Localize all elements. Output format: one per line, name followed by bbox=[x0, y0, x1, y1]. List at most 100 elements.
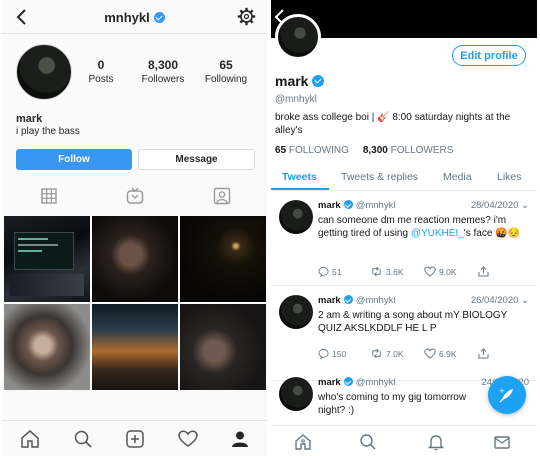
tweet-text: can someone dm me reaction memes? i'm ge… bbox=[318, 215, 521, 239]
followers-stat[interactable]: 8,300 Followers bbox=[131, 58, 195, 85]
following-link[interactable]: 65 FOLLOWING bbox=[275, 145, 349, 156]
instagram-bio: i play the bass bbox=[16, 126, 80, 137]
instagram-top-bar: mnhykl bbox=[2, 0, 267, 34]
retweet-icon bbox=[372, 266, 381, 277]
grid-photo-street[interactable] bbox=[92, 304, 178, 390]
verified-badge-icon bbox=[153, 12, 165, 23]
tweet-text: who's coming to my gig tomorrow night? :… bbox=[318, 392, 467, 416]
grid-photo-portrait-dark[interactable] bbox=[92, 216, 178, 302]
followers-count: 8,300 bbox=[147, 58, 179, 72]
notifications-icon[interactable] bbox=[427, 433, 445, 451]
tweet-item[interactable]: mark @mnhykl 28/04/2020 ⌄ can someone dm … bbox=[271, 192, 537, 286]
grid-photo-thumbs-up[interactable] bbox=[180, 304, 266, 390]
reply-icon bbox=[318, 266, 329, 277]
mention-link[interactable]: @YUKHEI_ bbox=[411, 228, 464, 239]
posts-stat: 0 Posts bbox=[69, 58, 133, 85]
home-icon[interactable] bbox=[294, 433, 312, 451]
tweet-author-handle: @mnhykl bbox=[355, 295, 396, 306]
instagram-photo-grid bbox=[4, 216, 266, 416]
tweet-date: 28/04/2020 ⌄ bbox=[470, 200, 529, 211]
tagged-icon[interactable] bbox=[212, 187, 232, 205]
tab-media[interactable]: Media bbox=[443, 171, 472, 183]
settings-gear-icon[interactable] bbox=[237, 7, 256, 26]
tweet-author-name: mark bbox=[318, 295, 341, 306]
grid-photo-laptop[interactable] bbox=[4, 216, 90, 302]
tweet-avatar[interactable] bbox=[279, 200, 313, 234]
retweet-action[interactable]: 7.0K bbox=[370, 348, 404, 359]
tweet-author-handle: @mnhykl bbox=[355, 377, 396, 388]
tweet-text: 2 am & writing a song about mY BIOLOGY Q… bbox=[318, 310, 508, 334]
verified-badge-icon bbox=[343, 295, 353, 304]
verified-badge-icon bbox=[312, 75, 325, 87]
following-stat[interactable]: 65 Following bbox=[194, 58, 258, 85]
follow-button[interactable]: Follow bbox=[16, 149, 132, 170]
igtv-icon[interactable] bbox=[125, 187, 145, 205]
twitter-handle: @mnhykl bbox=[275, 94, 317, 105]
reply-action[interactable]: 51 bbox=[318, 266, 341, 277]
share-icon bbox=[478, 348, 489, 359]
chevron-down-icon[interactable]: ⌄ bbox=[521, 295, 529, 306]
edit-profile-button[interactable]: Edit profile bbox=[452, 45, 526, 66]
following-count: 65 bbox=[219, 58, 233, 72]
verified-badge-icon bbox=[343, 200, 353, 209]
profile-icon[interactable] bbox=[230, 429, 250, 449]
twitter-bio: broke ass college boi | 🎸 8:00 saturday … bbox=[275, 112, 511, 136]
messages-icon[interactable] bbox=[493, 433, 511, 451]
tweet-actions: 51 3.6K 9.0K bbox=[318, 266, 518, 280]
retweet-action[interactable]: 3.6K bbox=[370, 266, 404, 277]
compose-tweet-button[interactable]: + bbox=[488, 376, 526, 414]
instagram-profile-panel: mnhykl 0 Posts 8,300 Followers 65 Follow… bbox=[2, 0, 267, 456]
followers-label: Followers bbox=[141, 74, 185, 85]
heart-icon[interactable] bbox=[178, 429, 198, 449]
instagram-profile-tabs bbox=[2, 182, 267, 210]
heart-icon bbox=[424, 266, 436, 277]
verified-badge-icon bbox=[343, 377, 353, 386]
twitter-profile-tabs: Tweets Tweets & replies Media Likes bbox=[271, 163, 537, 191]
tweet-author-name: mark bbox=[318, 200, 341, 211]
tweet-avatar[interactable] bbox=[279, 377, 313, 411]
grid-icon[interactable] bbox=[39, 187, 59, 205]
tweet-avatar[interactable] bbox=[279, 295, 313, 329]
posts-label: Posts bbox=[88, 74, 114, 85]
posts-count: 0 bbox=[97, 58, 105, 72]
twitter-avatar[interactable] bbox=[275, 14, 321, 60]
message-button[interactable]: Message bbox=[138, 149, 255, 170]
tweet-author-handle: @mnhykl bbox=[355, 200, 396, 211]
chevron-down-icon[interactable]: ⌄ bbox=[521, 200, 529, 211]
instagram-display-name: mark bbox=[16, 113, 43, 125]
tweet-item[interactable]: mark @mnhykl 26/04/2020 ⌄ 2 am & writing … bbox=[271, 287, 537, 381]
search-icon[interactable] bbox=[73, 429, 93, 449]
twitter-display-name: mark bbox=[275, 73, 325, 89]
heart-icon bbox=[424, 348, 436, 359]
tab-tweets-replies[interactable]: Tweets & replies bbox=[341, 171, 418, 183]
following-label: Following bbox=[204, 74, 248, 85]
share-icon bbox=[478, 266, 489, 277]
followers-link[interactable]: 8,300 FOLLOWERS bbox=[363, 145, 454, 156]
svg-text:+: + bbox=[499, 387, 505, 395]
share-action[interactable] bbox=[478, 348, 489, 359]
twitter-bottom-nav bbox=[271, 425, 537, 456]
twitter-follow-counts: 65 FOLLOWING 8,300 FOLLOWERS bbox=[275, 145, 453, 156]
home-icon[interactable] bbox=[20, 429, 40, 449]
tweet-date: 26/04/2020 ⌄ bbox=[470, 295, 529, 306]
instagram-bottom-nav bbox=[2, 420, 267, 456]
reply-action[interactable]: 150 bbox=[318, 348, 346, 359]
like-action[interactable]: 9.0K bbox=[424, 266, 457, 277]
tweet-actions: 150 7.0K 6.9K bbox=[318, 348, 518, 362]
instagram-username-title: mnhykl bbox=[2, 10, 267, 25]
search-icon[interactable] bbox=[359, 433, 377, 451]
add-post-icon[interactable] bbox=[125, 429, 145, 449]
screenshot-collage: mnhykl 0 Posts 8,300 Followers 65 Follow… bbox=[0, 0, 540, 456]
share-action[interactable] bbox=[478, 266, 489, 277]
tab-likes[interactable]: Likes bbox=[497, 171, 522, 183]
active-tab-indicator bbox=[271, 188, 329, 190]
tweet-author-name: mark bbox=[318, 377, 341, 388]
like-action[interactable]: 6.9K bbox=[424, 348, 457, 359]
instagram-avatar[interactable] bbox=[16, 44, 72, 100]
reply-icon bbox=[318, 348, 329, 359]
twitter-profile-panel: Edit profile mark @mnhykl broke ass coll… bbox=[271, 0, 537, 456]
tab-tweets[interactable]: Tweets bbox=[282, 171, 317, 183]
grid-photo-glasses[interactable] bbox=[4, 304, 90, 390]
retweet-icon bbox=[372, 348, 381, 359]
grid-photo-night-light[interactable] bbox=[180, 216, 266, 302]
